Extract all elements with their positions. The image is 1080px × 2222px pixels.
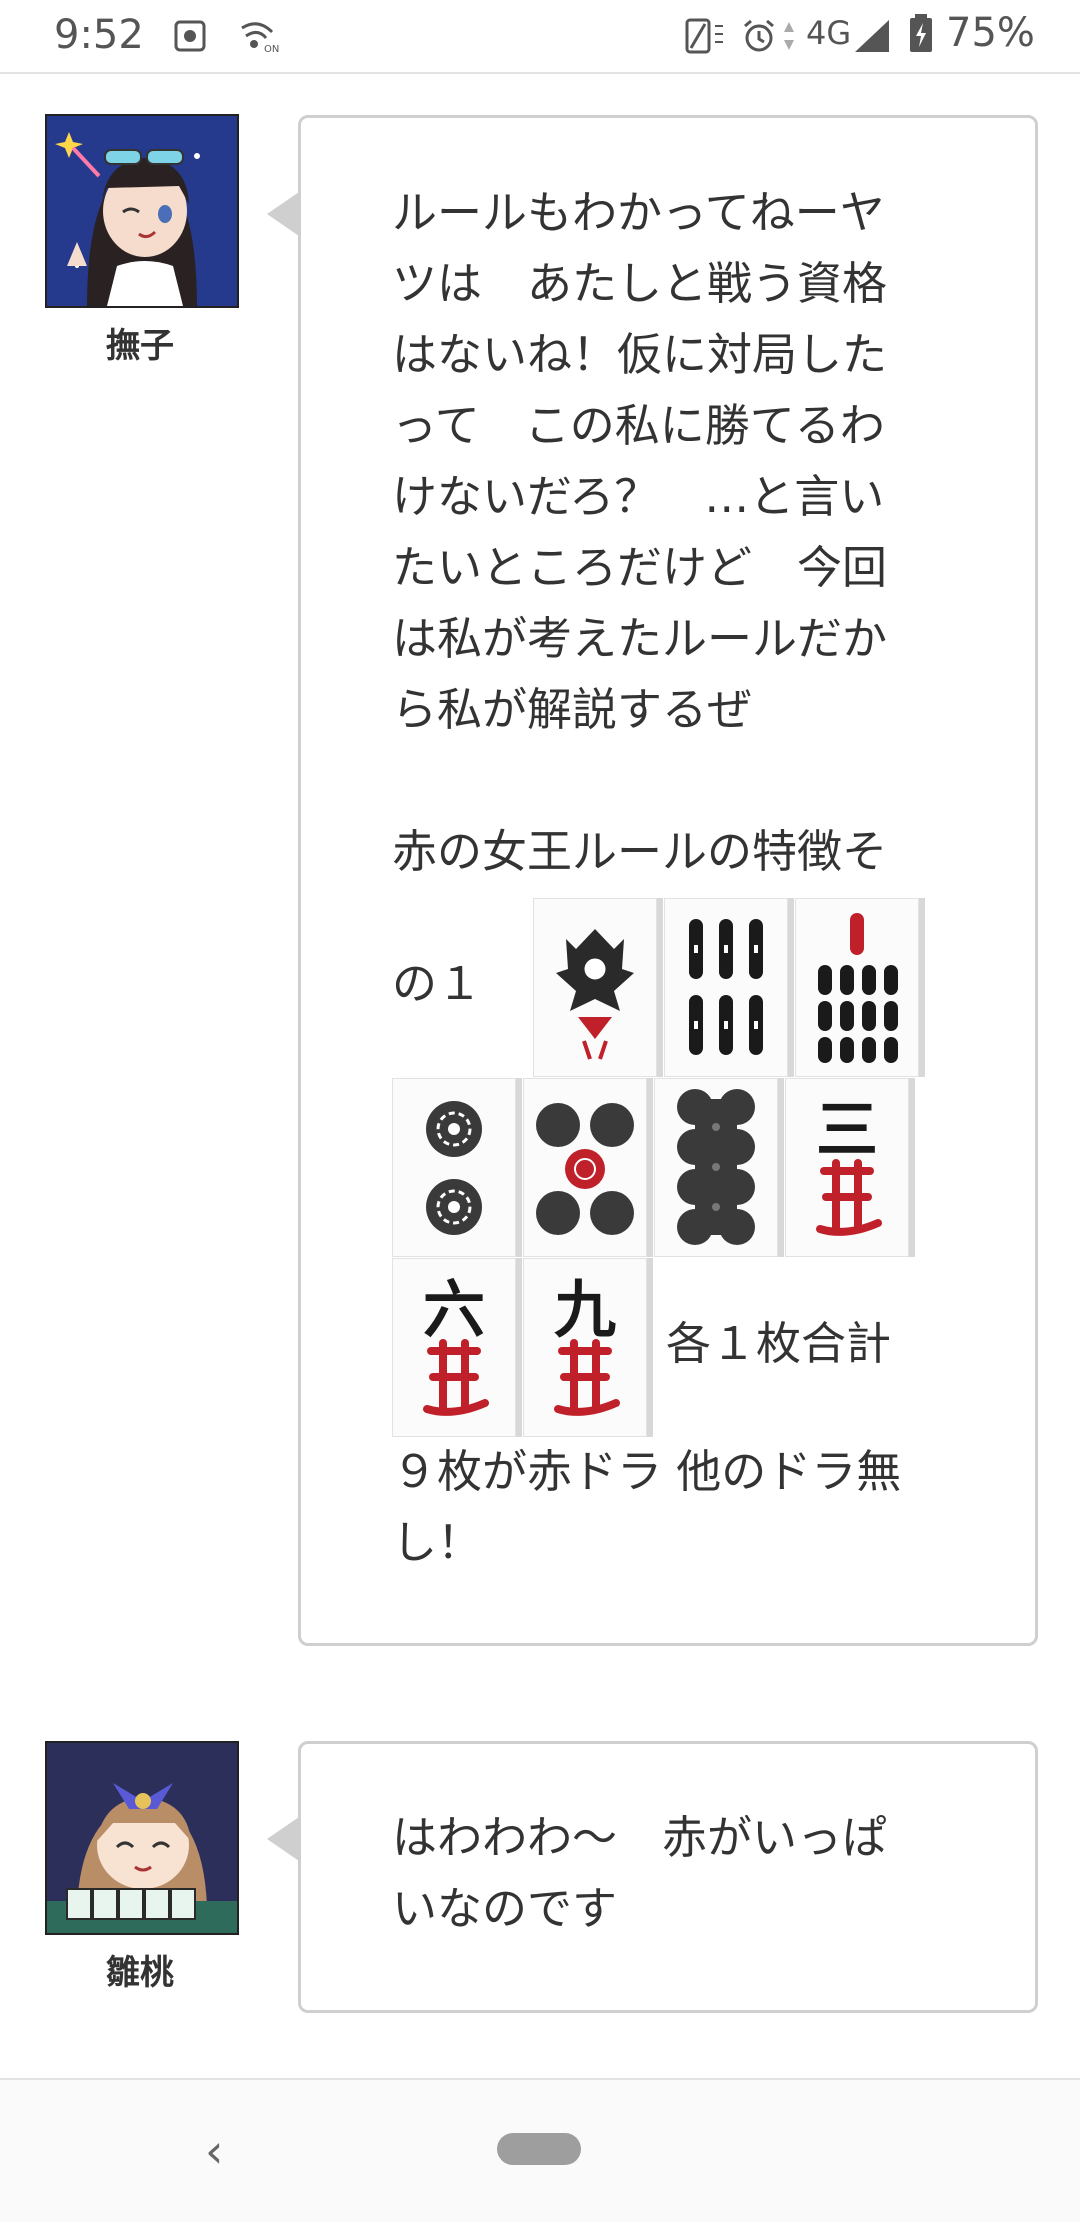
message-line	[392, 745, 952, 816]
nfc-on-icon: ON	[241, 22, 279, 54]
message-line: し！	[392, 1516, 483, 1569]
battery-charging-icon	[910, 14, 932, 52]
message-line: はわわわ〜 赤がいっぱ	[392, 1811, 888, 1864]
message-text: はわわわ〜 赤がいっぱ いなのです	[392, 1802, 952, 1944]
svg-text:ON: ON	[264, 44, 279, 54]
status-time: 9:52	[54, 12, 144, 58]
alarm-icon	[744, 19, 774, 52]
bubble-tail	[267, 1817, 299, 1861]
bubble-tail	[267, 192, 299, 236]
mahjong-tile-1s	[533, 898, 657, 1077]
message-line: って この私に勝てるわ	[392, 399, 885, 452]
mahjong-tile-5p	[523, 1078, 647, 1257]
message-line: けないだろ？ …と言い	[392, 470, 885, 523]
vibrate-icon	[685, 18, 723, 54]
message-line: ら私が解説するぜ	[392, 683, 753, 736]
tile-row-prefix: の１	[392, 957, 483, 1010]
signal-icon	[855, 20, 889, 52]
message-line: はないね！仮に対局した	[392, 328, 888, 381]
network-type: 4G	[806, 14, 852, 52]
mahjong-tile-6s	[664, 898, 788, 1077]
home-pill-button[interactable]	[497, 2133, 581, 2165]
avatar-nadeshiko[interactable]	[45, 114, 239, 308]
tile-row-suffix: 各１枚合計	[666, 1317, 892, 1370]
avatar-hinamomo[interactable]	[45, 1741, 239, 1935]
message-line: ツは あたしと戦う資格	[392, 257, 888, 310]
mahjong-tile-8p	[654, 1078, 778, 1257]
sender-name: 撫子	[106, 326, 174, 366]
message-line: は私が考えたルールだか	[392, 612, 888, 665]
message-text: ルールもわかってねーヤ ツは あたしと戦う資格 はないね！仮に対局した って こ…	[392, 177, 952, 887]
message-line: いなのです	[392, 1882, 618, 1935]
message-line: ９枚が赤ドラ 他のドラ無	[392, 1445, 902, 1498]
tile-numeral: 九	[554, 1273, 616, 1346]
status-bar: 9:52 ON 4G 75%	[0, 0, 1080, 74]
tile-numeral: 三	[816, 1093, 878, 1166]
mahjong-tile-9s	[795, 898, 919, 1077]
battery-level: 75%	[946, 10, 1035, 56]
back-icon[interactable]: ‹	[205, 2124, 223, 2178]
mahjong-tile-3m: 三	[785, 1078, 909, 1257]
message-line: 赤の女王ルールの特徴そ	[392, 825, 888, 878]
mahjong-tile-6m: 六	[392, 1258, 516, 1437]
tile-numeral: 六	[423, 1273, 485, 1346]
navigation-bar: ‹	[0, 2078, 1080, 2222]
settings-icon	[174, 20, 206, 52]
message-line: たいところだけど 今回	[392, 541, 888, 594]
message-line: ルールもわかってねーヤ	[392, 186, 885, 239]
mahjong-tile-2p	[392, 1078, 516, 1257]
data-arrows-icon	[784, 22, 794, 50]
message-text-after: ９枚が赤ドラ 他のドラ無 し！	[392, 1436, 952, 1578]
sender-name: 雛桃	[106, 1953, 174, 1993]
mahjong-tile-9m: 九	[523, 1258, 647, 1437]
